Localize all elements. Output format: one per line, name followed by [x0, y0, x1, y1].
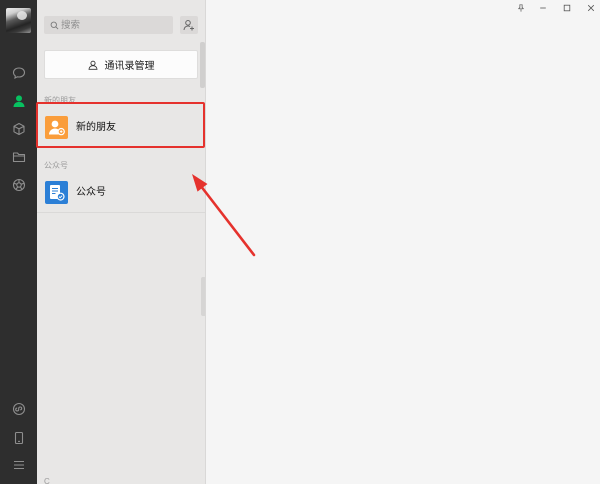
list-item-new-friends[interactable]: 新的朋友: [37, 110, 205, 146]
add-contact-button[interactable]: [180, 16, 198, 34]
contacts-manage-icon: [88, 60, 98, 70]
search-icon: [50, 21, 59, 30]
nav-files[interactable]: [0, 143, 37, 171]
maximize-button[interactable]: [557, 0, 577, 16]
main-content-area: [206, 0, 600, 484]
section-header-official-accounts: 公众号: [44, 161, 68, 170]
folder-icon: [12, 150, 26, 164]
new-friend-icon: [45, 116, 68, 139]
chat-icon: [12, 66, 26, 80]
sidebar: [0, 0, 37, 484]
list-item-label: 公众号: [76, 187, 106, 198]
list-item-label: 新的朋友: [76, 122, 116, 133]
close-icon: [587, 4, 595, 12]
section-header-c: C: [44, 477, 50, 484]
close-button[interactable]: [581, 0, 600, 16]
section-header-new-friends: 新的朋友: [44, 96, 76, 105]
maximize-icon: [563, 4, 571, 12]
contacts-icon: [12, 94, 26, 108]
pin-icon: [517, 4, 525, 12]
official-account-icon: [45, 181, 68, 204]
menu-icon: [12, 458, 26, 472]
nav-more-menu[interactable]: [0, 451, 37, 479]
avatar[interactable]: [6, 8, 31, 33]
pin-button[interactable]: [511, 0, 531, 16]
minimize-button[interactable]: [533, 0, 553, 16]
nav-contacts[interactable]: [0, 87, 37, 115]
nav-mini-programs[interactable]: [0, 395, 37, 423]
contacts-panel: 通讯录管理 新的朋友 新的朋友 公众号 公众号 C: [37, 0, 206, 484]
nav-favorites[interactable]: [0, 115, 37, 143]
nav-moments[interactable]: [0, 171, 37, 199]
search-input[interactable]: [61, 16, 169, 34]
minimize-icon: [539, 4, 547, 12]
list-divider: [37, 212, 205, 213]
moments-icon: [12, 178, 26, 192]
list-item-official-accounts[interactable]: 公众号: [37, 175, 205, 211]
cube-icon: [12, 122, 26, 136]
search-box[interactable]: [44, 16, 173, 34]
scrollbar-thumb[interactable]: [200, 42, 205, 88]
add-contact-icon: [183, 19, 195, 31]
mini-program-icon: [12, 402, 26, 416]
contacts-manage-button[interactable]: 通讯录管理: [44, 50, 198, 79]
nav-phone[interactable]: [0, 424, 37, 452]
contacts-manage-label: 通讯录管理: [104, 61, 155, 72]
phone-icon: [12, 431, 26, 445]
nav-chats[interactable]: [0, 59, 37, 87]
